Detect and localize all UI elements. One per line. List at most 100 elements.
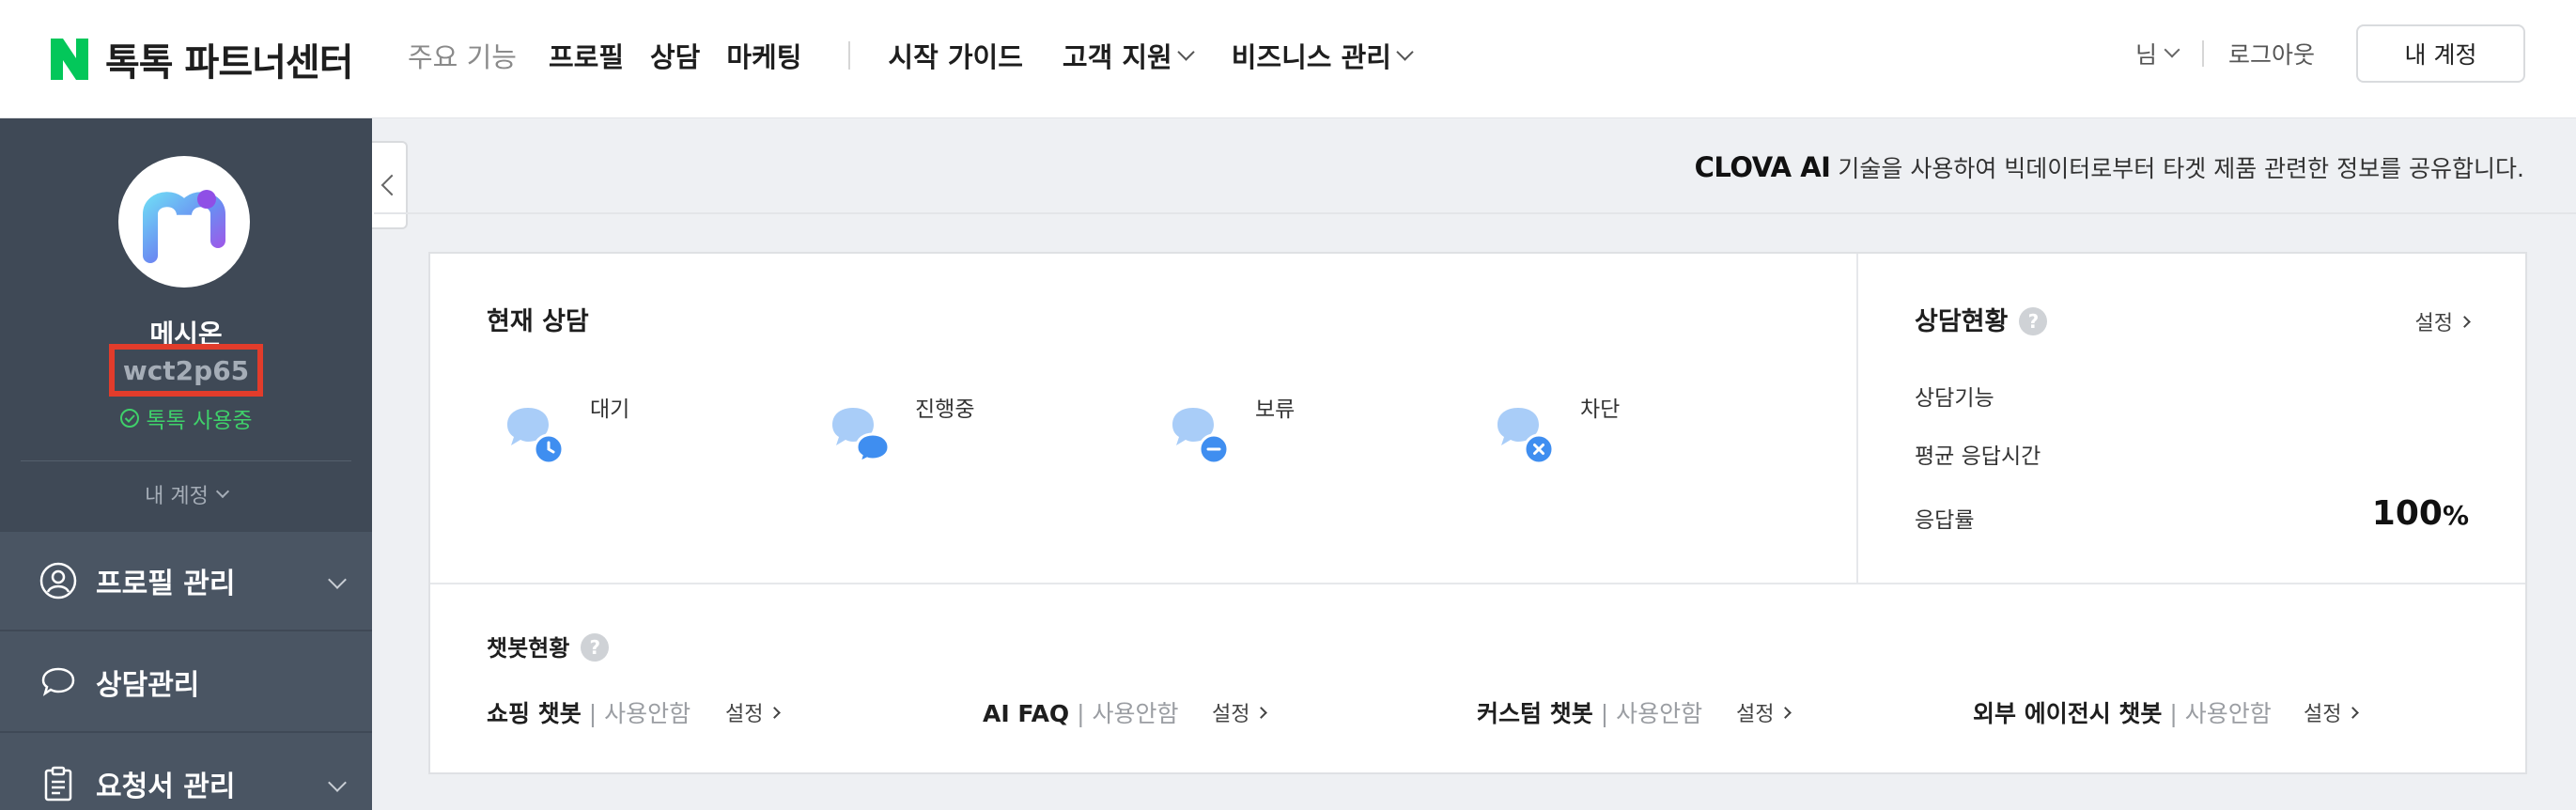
clova-brand: CLOVA AI [1694, 151, 1831, 183]
chatbot-shopping: 쇼핑 챗봇 | 사용안함 [487, 695, 691, 729]
check-circle-icon [120, 409, 140, 428]
chatbot-name: 커스텀 챗봇 [1477, 700, 1593, 727]
help-icon[interactable]: ? [581, 633, 610, 662]
response-rate-number: 100 [2371, 494, 2443, 533]
chatbot-status-title: 챗봇현황? [487, 630, 610, 662]
profile-id: wct2p65 [122, 354, 250, 386]
user-name-label: 님 [2134, 41, 2157, 69]
response-rate-unit: % [2442, 500, 2469, 531]
card-vertical-divider [1856, 254, 1858, 583]
chat-icon [39, 663, 77, 701]
chevron-right-icon [1255, 706, 1268, 719]
nav-business-management[interactable]: 비즈니스 관리 [1231, 36, 1414, 75]
avatar[interactable] [118, 156, 250, 288]
status-on-hold[interactable]: 보류 [1169, 397, 1295, 470]
chevron-right-icon [768, 706, 782, 719]
chatbot-state: | 사용안함 [588, 700, 691, 727]
logo[interactable]: 톡톡 파트너센터 [51, 32, 354, 86]
brand-title: 톡톡 파트너센터 [105, 41, 354, 85]
consult-status-setting-link[interactable]: 설정 [2414, 306, 2471, 336]
global-nav: 주요 기능 프로필 상담 마케팅 시작 가이드 고객 지원 비즈니스 관리 [408, 36, 1451, 75]
status-in-progress[interactable]: 진행중 [829, 397, 974, 470]
chatbot-external-agency-setting-link[interactable]: 설정 [2304, 697, 2360, 727]
chatbot-name: AI FAQ [983, 700, 1070, 727]
sidebar-my-account-label: 내 계정 [145, 485, 209, 508]
profile-panel: 메시온 wct2p65 톡톡 사용중 내 계정 [0, 118, 372, 532]
sidebar-item-label: 프로필 관리 [96, 568, 236, 600]
status-row-avg-response-time: 평균 응답시간 [1915, 444, 2041, 469]
chat-bubble-icon [1169, 402, 1236, 470]
status-label: 대기 [590, 397, 630, 422]
chatbot-status-title-text: 챗봇현황 [487, 635, 570, 662]
sidebar-item-request-management[interactable]: 요청서 관리 [0, 735, 372, 810]
profile-id-highlight: wct2p65 [109, 344, 263, 397]
chatbot-name: 쇼핑 챗봇 [487, 700, 582, 727]
chevron-down-icon [328, 773, 347, 792]
mession-logo-icon [143, 190, 225, 263]
chevron-down-icon [1177, 42, 1195, 61]
status-label: 차단 [1580, 397, 1621, 422]
chatbot-ai-faq-setting-link[interactable]: 설정 [1212, 697, 1268, 727]
nav-business-management-label: 비즈니스 관리 [1231, 41, 1391, 73]
user-menu[interactable]: 님 [2134, 37, 2180, 70]
sidebar-collapse-button[interactable] [372, 141, 408, 229]
chatbot-custom-setting-link[interactable]: 설정 [1736, 697, 1792, 727]
chatbot-shopping-setting-link[interactable]: 설정 [725, 697, 782, 727]
nav-divider [848, 41, 851, 70]
chevron-right-icon [1779, 706, 1792, 719]
nav-start-guide-label: 시작 가이드 [888, 41, 1023, 73]
my-account-button[interactable]: 내 계정 [2356, 24, 2525, 83]
sidebar-item-label: 상담관리 [96, 669, 200, 702]
card-horizontal-divider [430, 583, 2525, 584]
chatbot-ai-faq: AI FAQ | 사용안함 [983, 695, 1179, 729]
nav-start-guide[interactable]: 시작 가이드 [888, 36, 1023, 75]
naver-n-icon [51, 39, 88, 80]
nav-customer-support-label: 고객 지원 [1062, 41, 1172, 73]
status-row-consult-function: 상담기능 [1915, 386, 1994, 411]
status-label: 진행중 [915, 397, 975, 422]
talk-status: 톡톡 사용중 [0, 402, 372, 434]
consult-status-title: 상담현황? [1915, 301, 2048, 337]
profile-divider [21, 460, 351, 461]
setting-label: 설정 [725, 703, 764, 726]
sidebar-my-account-toggle[interactable]: 내 계정 [0, 479, 372, 509]
clova-notice: CLOVA AI 기술을 사용하여 빅데이터로부터 타겟 제품 관련한 정보를 … [1695, 150, 2524, 184]
nav-label-main-features: 주요 기능 [408, 41, 517, 73]
chevron-down-icon [328, 570, 347, 589]
person-icon [39, 562, 77, 600]
chatbot-external-agency: 외부 에이전시 챗봇 | 사용안함 [1973, 695, 2272, 729]
chatbot-name: 외부 에이전시 챗봇 [1973, 700, 2163, 727]
sidebar-item-consult-management[interactable]: 상담관리 [0, 633, 372, 733]
chevron-down-icon [2164, 41, 2180, 58]
status-row-response-rate: 응답률 [1915, 508, 1975, 533]
chevron-down-icon [215, 484, 229, 499]
chatbot-custom: 커스텀 챗봇 | 사용안함 [1477, 695, 1702, 729]
status-blocked[interactable]: 차단 [1494, 397, 1620, 470]
response-rate-value: 100% [2372, 494, 2469, 533]
talk-status-label: 톡톡 사용중 [146, 409, 253, 433]
util-divider [2201, 40, 2204, 67]
chat-bubble-icon [1494, 402, 1561, 470]
nav-customer-support[interactable]: 고객 지원 [1062, 36, 1195, 75]
chat-bubble-icon [829, 402, 896, 470]
status-waiting[interactable]: 대기 [504, 397, 629, 470]
setting-label: 설정 [2304, 703, 2342, 726]
status-label: 보류 [1255, 397, 1296, 422]
chevron-left-icon [380, 174, 403, 196]
help-icon[interactable]: ? [2019, 307, 2048, 335]
chevron-right-icon [2347, 706, 2360, 719]
current-consult-title: 현재 상담 [487, 307, 589, 336]
nav-marketing[interactable]: 마케팅 [726, 36, 801, 75]
logout-link[interactable]: 로그아웃 [2228, 37, 2315, 70]
setting-label: 설정 [1212, 703, 1250, 726]
consult-status-title-text: 상담현황 [1915, 307, 2009, 336]
chat-bubble-icon [504, 402, 571, 470]
chevron-right-icon [2459, 315, 2471, 328]
header-utilities: 님 로그아웃 내 계정 [2135, 24, 2525, 83]
setting-label: 설정 [2414, 312, 2453, 335]
nav-consult[interactable]: 상담 [650, 36, 700, 75]
nav-profile[interactable]: 프로필 [549, 36, 624, 75]
dashboard-card: 현재 상담 대기 진행중 보류 차단 상담현황? 설정 상담기능 평균 응답시간 [428, 252, 2527, 774]
sidebar-item-profile-management[interactable]: 프로필 관리 [0, 532, 372, 631]
chatbot-state: | 사용안함 [2169, 700, 2272, 727]
